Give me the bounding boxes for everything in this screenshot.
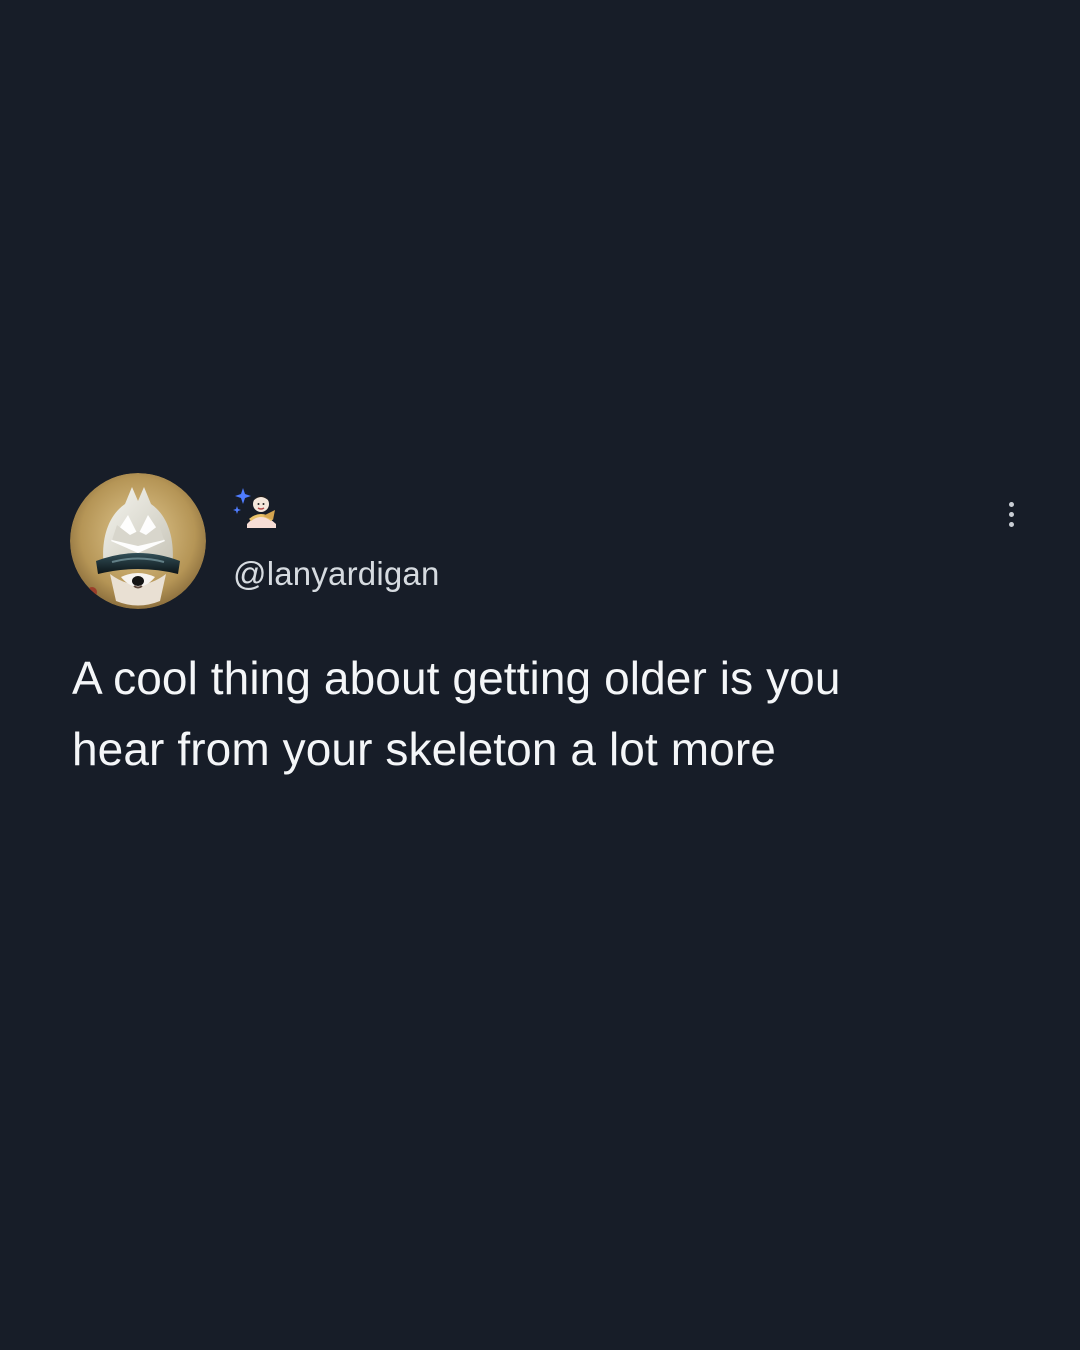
profile-avatar[interactable] bbox=[70, 473, 206, 609]
more-dot bbox=[1008, 501, 1014, 507]
more-dot bbox=[1008, 511, 1014, 517]
tweet-text-line-2: hear from your skeleton a lot more bbox=[72, 723, 776, 775]
user-handle[interactable]: @lanyardigan bbox=[233, 552, 440, 596]
sparkle-mage-emoji-icon bbox=[232, 486, 288, 534]
more-options-icon[interactable] bbox=[994, 492, 1028, 536]
tweet-card: @lanyardigan A cool thing about getting … bbox=[0, 0, 1080, 1350]
tweet-text-line-1: A cool thing about getting older is you bbox=[72, 652, 841, 704]
more-dot bbox=[1008, 521, 1014, 527]
tweet-text: A cool thing about getting older is you … bbox=[72, 643, 1042, 785]
